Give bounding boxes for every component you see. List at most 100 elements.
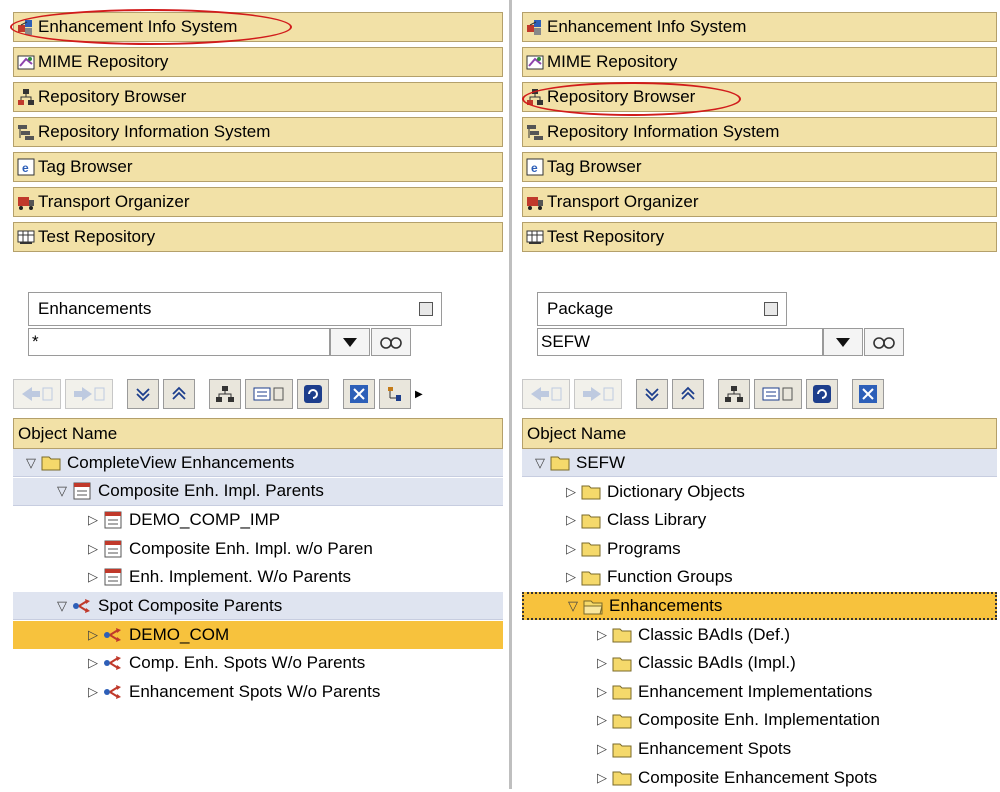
forward-button[interactable] <box>574 379 622 409</box>
composite-icon <box>103 539 123 559</box>
back-button[interactable] <box>522 379 570 409</box>
tree-node[interactable]: ▷ Enhancement Spots <box>522 735 997 763</box>
expand-node-icon[interactable]: ▷ <box>83 512 103 528</box>
tree-node[interactable]: ▷ Enhancement Implementations <box>522 678 997 706</box>
display-button[interactable] <box>371 328 411 356</box>
folder-icon <box>612 768 632 788</box>
object-type-select[interactable]: Package <box>537 292 787 326</box>
nav-enhancement-info-system[interactable]: Enhancement Info System <box>13 12 503 42</box>
display-button[interactable] <box>864 328 904 356</box>
dropdown-button[interactable] <box>330 328 370 356</box>
close-button[interactable] <box>852 379 884 409</box>
expand-node-icon[interactable]: ▷ <box>592 770 612 786</box>
expand-node-icon[interactable]: ▷ <box>592 627 612 643</box>
tree-node[interactable]: ▽ SEFW <box>522 449 997 477</box>
expand-node-icon[interactable]: ▷ <box>83 569 103 585</box>
expand-node-icon[interactable]: ▷ <box>561 484 581 500</box>
expand-node-icon[interactable]: ▷ <box>592 712 612 728</box>
nav-mime-repository[interactable]: MIME Repository <box>522 47 997 77</box>
expand-all-button[interactable] <box>636 379 668 409</box>
collapse-node-icon[interactable]: ▽ <box>21 455 41 471</box>
collapse-all-button[interactable] <box>163 379 195 409</box>
hierarchy-button[interactable] <box>718 379 750 409</box>
tree-node[interactable]: ▷ Classic BAdIs (Def.) <box>522 621 997 649</box>
nav-test-repository[interactable]: Test Repository <box>522 222 997 252</box>
expand-node-icon[interactable]: ▷ <box>561 569 581 585</box>
nav-repository-browser[interactable]: Repository Browser <box>13 82 503 112</box>
tree-node[interactable]: ▷ Composite Enh. Impl. w/o Paren <box>13 535 503 563</box>
expand-icon <box>136 388 150 402</box>
column-header[interactable]: Object Name <box>13 418 503 449</box>
expand-node-icon[interactable]: ▷ <box>592 684 612 700</box>
select-list-icon[interactable] <box>419 302 433 316</box>
expand-node-icon[interactable]: ▷ <box>83 655 103 671</box>
collapse-all-button[interactable] <box>672 379 704 409</box>
tree-node[interactable]: ▷ Composite Enhancement Spots <box>522 764 997 792</box>
collapse-node-icon[interactable]: ▽ <box>52 483 72 499</box>
expand-node-icon[interactable]: ▷ <box>592 655 612 671</box>
nav-mime-repository[interactable]: MIME Repository <box>13 47 503 77</box>
tree-node[interactable]: ▷ Enhancement Spots W/o Parents <box>13 678 503 706</box>
refresh-button[interactable] <box>806 379 838 409</box>
collapse-node-icon[interactable]: ▽ <box>563 598 583 614</box>
nav-repository-browser[interactable]: Repository Browser <box>522 82 997 112</box>
tree-node[interactable]: ▷ Enh. Implement. W/o Parents <box>13 563 503 591</box>
tree-node[interactable]: ▽ Composite Enh. Impl. Parents <box>13 477 503 506</box>
refresh-button[interactable] <box>297 379 329 409</box>
expand-node-icon[interactable]: ▷ <box>561 541 581 557</box>
collapse-icon <box>681 386 695 400</box>
hierarchy-button[interactable] <box>209 379 241 409</box>
object-name-input[interactable]: * <box>28 328 330 356</box>
tree-node[interactable]: ▷ Classic BAdIs (Impl.) <box>522 649 997 677</box>
tree-node[interactable]: ▷ Comp. Enh. Spots W/o Parents <box>13 649 503 677</box>
nav-transport-organizer[interactable]: Transport Organizer <box>13 187 503 217</box>
expand-node-icon[interactable]: ▷ <box>592 741 612 757</box>
test-repository-icon <box>526 228 544 246</box>
nav-tag-browser[interactable]: e Tag Browser <box>13 152 503 182</box>
tree-node[interactable]: ▷ Function Groups <box>522 563 997 591</box>
tree-node[interactable]: ▷ Class Library <box>522 506 997 534</box>
object-name-input[interactable]: SEFW <box>537 328 823 356</box>
dropdown-button[interactable] <box>823 328 863 356</box>
tree-node[interactable]: ▽ CompleteView Enhancements <box>13 449 503 477</box>
nav-label: Tag Browser <box>547 157 642 176</box>
tree-node[interactable]: ▷ DEMO_COMP_IMP <box>13 506 503 534</box>
nav-label: Repository Information System <box>38 122 271 141</box>
settings-button[interactable] <box>379 379 411 409</box>
tree-node[interactable]: ▷ DEMO_COM <box>13 620 503 649</box>
select-list-icon[interactable] <box>764 302 778 316</box>
nav-repository-information-system[interactable]: Repository Information System <box>522 117 997 147</box>
object-type-select[interactable]: Enhancements <box>28 292 442 326</box>
nav-label: Test Repository <box>38 227 156 246</box>
collapse-icon <box>172 386 186 400</box>
expand-all-button[interactable] <box>127 379 159 409</box>
close-button[interactable] <box>343 379 375 409</box>
transport-icon <box>17 193 35 211</box>
collapse-node-icon[interactable]: ▽ <box>52 598 72 614</box>
tree-node[interactable]: ▽ Spot Composite Parents <box>13 592 503 620</box>
nav-test-repository[interactable]: Test Repository <box>13 222 503 252</box>
tree-node[interactable]: ▽ Enhancements <box>522 592 997 620</box>
worklist-button[interactable] <box>754 379 802 409</box>
tree-node-label: Spot Composite Parents <box>98 595 283 615</box>
expand-node-icon[interactable]: ▷ <box>561 512 581 528</box>
nav-label: MIME Repository <box>38 52 169 71</box>
nav-transport-organizer[interactable]: Transport Organizer <box>522 187 997 217</box>
expand-node-icon[interactable]: ▷ <box>83 627 103 643</box>
collapse-node-icon[interactable]: ▽ <box>530 455 550 471</box>
back-button[interactable] <box>13 379 61 409</box>
worklist-button[interactable] <box>245 379 293 409</box>
expand-node-icon[interactable]: ▷ <box>83 684 103 700</box>
nav-enhancement-info-system[interactable]: Enhancement Info System <box>522 12 997 42</box>
tree-node[interactable]: ▷ Programs <box>522 535 997 563</box>
nav-repository-information-system[interactable]: Repository Information System <box>13 117 503 147</box>
tree-node[interactable]: ▷ Composite Enh. Implementation <box>522 706 997 734</box>
tree-node[interactable]: ▷ Dictionary Objects <box>522 478 997 506</box>
forward-button[interactable] <box>65 379 113 409</box>
right-panel: Enhancement Info System MIME Repository Re… <box>517 0 1000 789</box>
column-header[interactable]: Object Name <box>522 418 997 449</box>
expand-node-icon[interactable]: ▷ <box>83 541 103 557</box>
nav-tag-browser[interactable]: e Tag Browser <box>522 152 997 182</box>
scroll-right-icon[interactable]: ▶ <box>415 389 423 400</box>
nav-label: Repository Browser <box>547 87 696 106</box>
